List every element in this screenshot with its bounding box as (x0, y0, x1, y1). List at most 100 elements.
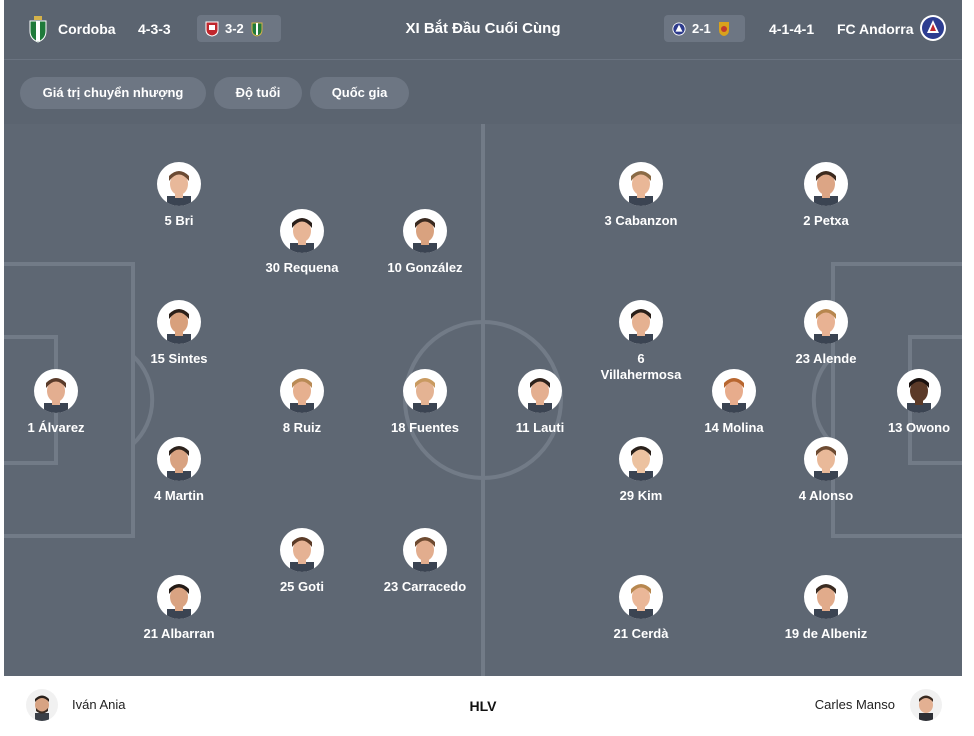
lineup-title: XI Bắt Đầu Cuối Cùng (405, 20, 561, 37)
player-photo[interactable] (157, 437, 201, 481)
player-face-icon (814, 309, 838, 344)
player-photo[interactable] (619, 437, 663, 481)
away-player[interactable]: 11 Lauti (475, 369, 605, 436)
player-face-icon (290, 537, 314, 572)
player-face-icon (413, 218, 437, 253)
home-player[interactable]: 10 González (360, 209, 490, 276)
player-name[interactable]: 8 Ruiz (237, 420, 367, 436)
away-coach-avatar[interactable] (910, 689, 942, 721)
lineup-header: Cordoba 4-3-3 3-2 XI Bắt Đầu Cuối Cùng 2… (4, 0, 962, 60)
player-photo[interactable] (403, 528, 447, 572)
player-name[interactable]: 29 Kim (576, 488, 706, 504)
player-name[interactable]: 25 Goti (237, 579, 367, 595)
player-photo[interactable] (619, 162, 663, 206)
player-name[interactable]: 2 Petxa (761, 213, 891, 229)
andorra-mini-crest-icon (672, 21, 686, 36)
player-face-icon (814, 584, 838, 619)
player-face-icon (629, 171, 653, 206)
away-player[interactable]: 3 Cabanzon (576, 162, 706, 229)
player-face-icon (413, 378, 437, 413)
player-name[interactable]: 1 Álvarez (4, 420, 121, 436)
player-face-icon (167, 171, 191, 206)
player-name[interactable]: 21 Albarran (114, 626, 244, 642)
andorra-crest-icon (920, 15, 946, 41)
filter-nationality-chip[interactable]: Quốc gia (310, 77, 409, 109)
away-player[interactable]: 23 Alende (761, 300, 891, 367)
player-face-icon (629, 446, 653, 481)
filter-age-chip[interactable]: Độ tuổi (214, 77, 302, 109)
player-name[interactable]: 4 Alonso (761, 488, 891, 504)
away-player[interactable]: 2 Petxa (761, 162, 891, 229)
page-margin (962, 0, 974, 736)
player-photo[interactable] (804, 162, 848, 206)
player-face-icon (44, 378, 68, 413)
player-photo[interactable] (804, 437, 848, 481)
player-name[interactable]: 21 Cerdà (576, 626, 706, 642)
player-photo[interactable] (34, 369, 78, 413)
player-photo[interactable] (280, 528, 324, 572)
home-player[interactable]: 18 Fuentes (360, 369, 490, 436)
away-team-name[interactable]: FC Andorra (837, 0, 913, 58)
player-face-icon (167, 446, 191, 481)
lineup-widget: Cordoba 4-3-3 3-2 XI Bắt Đầu Cuối Cùng 2… (4, 0, 962, 736)
away-coach-name[interactable]: Carles Manso (815, 676, 895, 734)
player-face-icon (167, 584, 191, 619)
player-name[interactable]: 23 Carracedo (360, 579, 490, 595)
player-name[interactable]: 30 Requena (237, 260, 367, 276)
away-formation: 4-1-4-1 (769, 21, 815, 37)
home-player[interactable]: 5 Bri (114, 162, 244, 229)
home-player[interactable]: 1 Álvarez (4, 369, 121, 436)
player-photo[interactable] (619, 575, 663, 619)
away-player[interactable]: 29 Kim (576, 437, 706, 504)
player-name[interactable]: 19 de Albeniz (761, 626, 891, 642)
home-player[interactable]: 25 Goti (237, 528, 367, 595)
player-photo[interactable] (804, 300, 848, 344)
player-name[interactable]: 23 Alende (761, 351, 891, 367)
player-photo[interactable] (518, 369, 562, 413)
away-player[interactable]: 4 Alonso (761, 437, 891, 504)
home-player[interactable]: 15 Sintes (114, 300, 244, 367)
player-photo[interactable] (280, 369, 324, 413)
player-photo[interactable] (897, 369, 941, 413)
player-face-icon (290, 218, 314, 253)
home-player[interactable]: 23 Carracedo (360, 528, 490, 595)
home-player[interactable]: 4 Martin (114, 437, 244, 504)
player-face-icon (290, 378, 314, 413)
coach-bar: Iván Ania HLV Carles Manso (4, 676, 962, 736)
player-photo[interactable] (403, 369, 447, 413)
player-photo[interactable] (403, 209, 447, 253)
player-face-icon (629, 584, 653, 619)
player-name[interactable]: 11 Lauti (475, 420, 605, 436)
player-name[interactable]: 13 Owono (854, 420, 962, 436)
away-player[interactable]: 13 Owono (854, 369, 962, 436)
away-last-score: 2-1 (692, 21, 711, 36)
player-photo[interactable] (280, 209, 324, 253)
player-name[interactable]: 10 González (360, 260, 490, 276)
player-face-icon (629, 309, 653, 344)
home-player[interactable]: 8 Ruiz (237, 369, 367, 436)
player-name[interactable]: 5 Bri (114, 213, 244, 229)
zaragoza-crest-icon (718, 21, 729, 36)
filter-bar: Giá trị chuyển nhượng Độ tuổi Quốc gia (4, 61, 962, 124)
player-photo[interactable] (157, 162, 201, 206)
player-name[interactable]: 18 Fuentes (360, 420, 490, 436)
home-player[interactable]: 30 Requena (237, 209, 367, 276)
away-player[interactable]: 19 de Albeniz (761, 575, 891, 642)
player-name[interactable]: 14 Molina (669, 420, 799, 436)
player-name[interactable]: 4 Martin (114, 488, 244, 504)
away-player[interactable]: 14 Molina (669, 369, 799, 436)
player-name[interactable]: 15 Sintes (114, 351, 244, 367)
player-photo[interactable] (157, 300, 201, 344)
player-face-icon (907, 378, 931, 413)
player-face-icon (814, 171, 838, 206)
player-name[interactable]: 3 Cabanzon (576, 213, 706, 229)
player-photo[interactable] (804, 575, 848, 619)
away-last-match-pill[interactable]: 2-1 (664, 15, 745, 42)
home-player[interactable]: 21 Albarran (114, 575, 244, 642)
pitch: 5 Bri 30 Requena 10 González 15 Sintes 1 Álv… (4, 124, 962, 676)
away-player[interactable]: 21 Cerdà (576, 575, 706, 642)
player-photo[interactable] (712, 369, 756, 413)
filter-transfer-value-chip[interactable]: Giá trị chuyển nhượng (20, 77, 206, 109)
player-photo[interactable] (157, 575, 201, 619)
player-photo[interactable] (619, 300, 663, 344)
